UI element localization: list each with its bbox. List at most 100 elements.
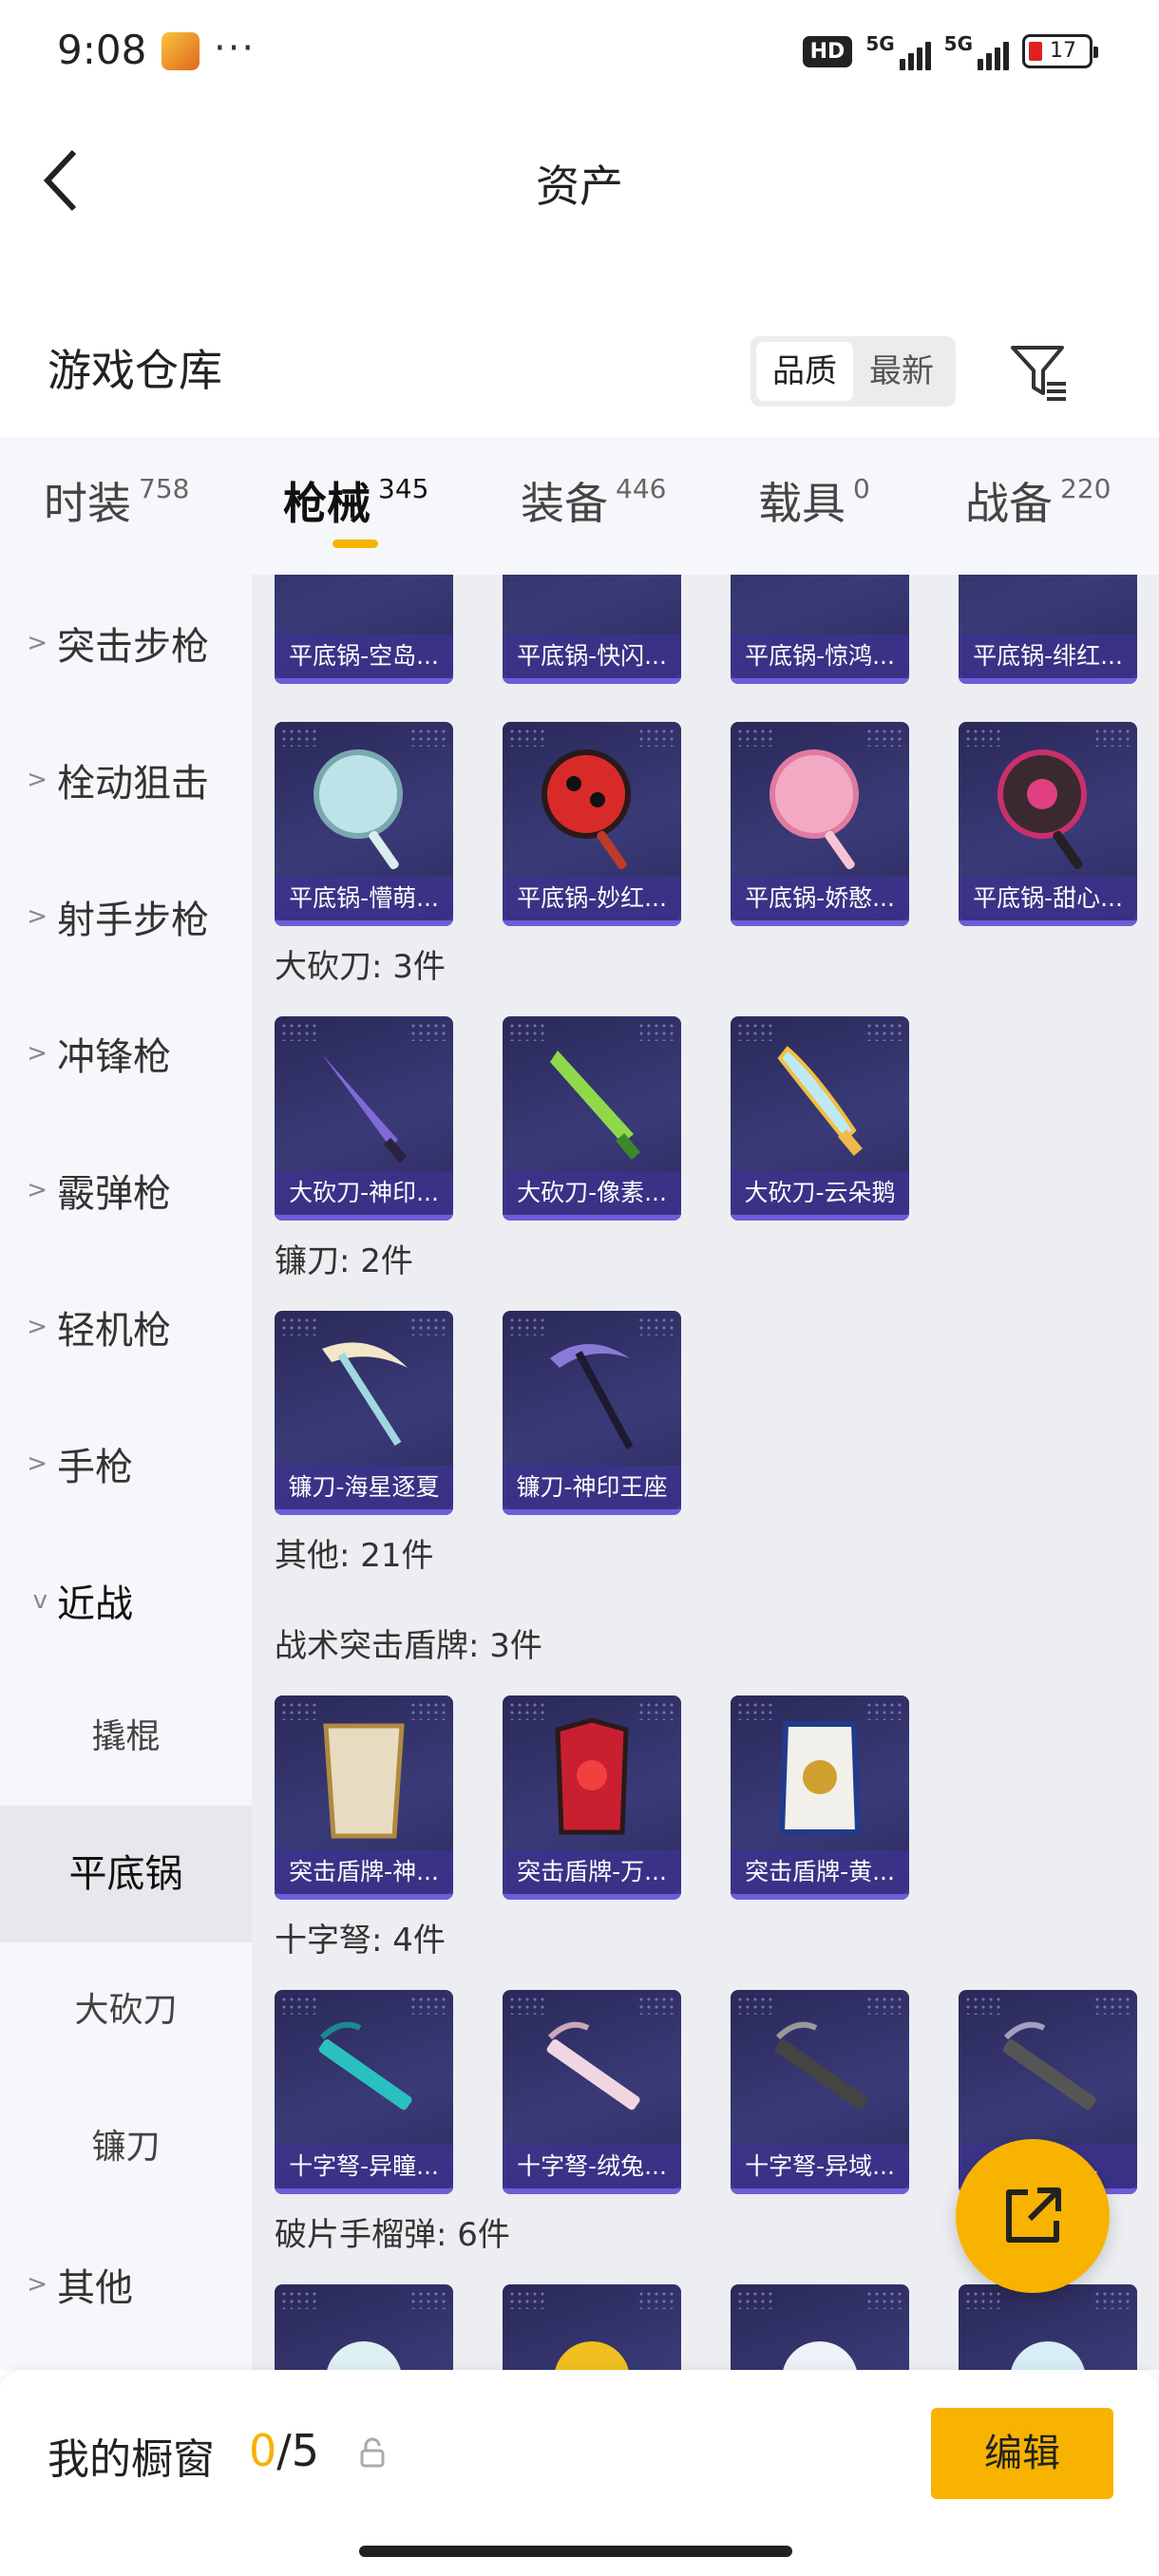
item-tile[interactable]	[275, 2284, 453, 2370]
sidebar-subitem-crowbar[interactable]: 撬棍	[0, 1669, 252, 1806]
crossbow-icon	[318, 2021, 412, 2111]
sidebar-item-dmr[interactable]: > 射手步枪	[0, 848, 252, 985]
shield-icon	[555, 1717, 629, 1835]
item-tile[interactable]: 平底锅-惊鸿...	[731, 575, 909, 684]
group-title: 十字弩: 4件	[275, 1922, 446, 1960]
item-tile[interactable]: 十字弩-绒兔...	[503, 1990, 681, 2194]
pan-icon	[542, 749, 631, 870]
crossbow-icon	[774, 2021, 868, 2111]
item-tile[interactable]: 突击盾牌-神...	[275, 1695, 453, 1900]
warehouse-header: 游戏仓库 品质 最新	[0, 313, 1159, 427]
item-tile[interactable]: 平底锅-空岛...	[275, 575, 453, 684]
sidebar-item-lmg[interactable]: > 轻机枪	[0, 1259, 252, 1395]
page-title: 资产	[536, 161, 623, 212]
item-tile[interactable]	[731, 2284, 909, 2370]
chevron-right-icon: >	[27, 902, 48, 931]
group-title: 战术突击盾牌: 3件	[275, 1627, 542, 1665]
item-tile[interactable]: 平底锅-甜心...	[959, 722, 1137, 926]
group-title: 其他: 21件	[275, 1537, 434, 1575]
group-title: 破片手榴弹: 6件	[275, 2216, 510, 2254]
shield-icon	[778, 1721, 862, 1835]
item-tile[interactable]: 平底锅-懵萌...	[275, 722, 453, 926]
item-tile[interactable]: 大砍刀-神印...	[275, 1016, 453, 1221]
sidebar-item-other[interactable]: > 其他	[0, 2216, 252, 2353]
sidebar-subitem-sickle[interactable]: 镰刀	[0, 2079, 252, 2216]
group-title: 镰刀: 2件	[275, 1242, 413, 1280]
share-button[interactable]	[956, 2139, 1110, 2293]
item-tile[interactable]: 镰刀-海星逐夏	[275, 1311, 453, 1515]
pan-icon	[998, 749, 1087, 870]
status-time: 9:08	[57, 27, 147, 73]
filter-button[interactable]	[1007, 338, 1074, 405]
status-bar: 9:08 ··· HD 5G 5G 17	[0, 0, 1159, 104]
sidebar-item-melee[interactable]: v 近战	[0, 1532, 252, 1669]
sort-quality-button[interactable]: 品质	[756, 342, 853, 401]
app-notification-icon	[162, 32, 200, 70]
page-header: 资产	[0, 104, 1159, 247]
chevron-right-icon: >	[27, 766, 48, 794]
chevron-right-icon: >	[27, 1449, 48, 1478]
signal-icon: 5G	[944, 32, 1009, 70]
more-notifications-icon: ···	[214, 27, 256, 70]
item-tile[interactable]: 镰刀-神印王座	[503, 1311, 681, 1515]
sidebar-subitem-pan[interactable]: 平底锅	[0, 1806, 252, 1942]
chevron-right-icon: >	[27, 1176, 48, 1204]
tab-fashion[interactable]: 时装 758	[44, 469, 189, 532]
active-tab-indicator	[332, 540, 378, 548]
showcase-count: 0/5	[249, 2425, 320, 2476]
group-title: 大砍刀: 3件	[275, 948, 446, 986]
grenade-icon	[1011, 2341, 1085, 2370]
warehouse-title: 游戏仓库	[48, 345, 222, 396]
edit-button[interactable]: 编辑	[931, 2408, 1113, 2499]
sort-toggle: 品质 最新	[750, 336, 956, 407]
signal-icon: 5G	[865, 32, 931, 70]
sidebar-item-smg[interactable]: > 冲锋枪	[0, 985, 252, 1122]
tab-guns[interactable]: 枪械 345	[283, 469, 428, 532]
chevron-right-icon: >	[27, 1039, 48, 1068]
item-tile[interactable]: 十字弩-异瞳...	[275, 1990, 453, 2194]
chevron-right-icon: >	[27, 1313, 48, 1341]
item-tile[interactable]: 突击盾牌-黄...	[731, 1695, 909, 1900]
sidebar-item-bolt-sniper[interactable]: > 栓动狙击	[0, 711, 252, 848]
grenade-icon	[555, 2341, 629, 2370]
machete-icon	[322, 1054, 408, 1164]
tab-equipment[interactable]: 装备 446	[521, 469, 666, 532]
battery-icon: 17	[1022, 34, 1098, 68]
sickle-icon	[322, 1342, 408, 1447]
category-sidebar: > 突击步枪 > 栓动狙击 > 射手步枪 > 冲锋枪 > 霰弹枪 > 轻机枪 > 手枪 v 近战…	[0, 575, 252, 2370]
home-indicator	[359, 2546, 792, 2557]
pan-icon	[770, 749, 859, 870]
pan-icon	[314, 749, 403, 870]
item-tile[interactable]: 突击盾牌-万...	[503, 1695, 681, 1900]
item-tile[interactable]	[959, 2284, 1137, 2370]
crossbow-icon	[546, 2021, 640, 2111]
item-tile[interactable]: 大砍刀-云朵鹅	[731, 1016, 909, 1221]
item-tile[interactable]	[503, 2284, 681, 2370]
sidebar-subitem-machete[interactable]: 大砍刀	[0, 1942, 252, 2079]
sickle-icon	[550, 1344, 634, 1449]
item-tile[interactable]: 大砍刀-像素...	[503, 1016, 681, 1221]
tab-vehicles[interactable]: 载具 0	[758, 469, 870, 532]
category-tabs: 时装 758 枪械 345 装备 446 载具 0 战备 220	[0, 437, 1159, 575]
item-tile[interactable]: 平底锅-娇憨...	[731, 722, 909, 926]
chevron-right-icon: >	[27, 2270, 48, 2299]
showcase-title: 我的橱窗	[48, 2435, 215, 2484]
item-tile[interactable]: 平底锅-绯红...	[959, 575, 1137, 684]
app-root: 9:08 ··· HD 5G 5G 17 资产 游戏仓库 品质 最新 时装 75…	[0, 0, 1159, 2576]
sidebar-item-assault-rifle[interactable]: > 突击步枪	[0, 575, 252, 711]
sidebar-item-pistol[interactable]: > 手枪	[0, 1395, 252, 1532]
lock-icon	[360, 2437, 385, 2468]
item-tile[interactable]: 十字弩-异域...	[731, 1990, 909, 2194]
share-external-icon	[1006, 2188, 1061, 2243]
grenade-icon	[327, 2341, 401, 2370]
shield-icon	[323, 1723, 405, 1839]
chevron-down-icon: v	[32, 1586, 48, 1615]
machete-icon	[777, 1046, 863, 1156]
tab-supplies[interactable]: 战备 220	[965, 469, 1111, 532]
item-grid: 平底锅-空岛... 平底锅-快闪... 平底锅-惊鸿... 平底锅-绯红... …	[252, 575, 1159, 2370]
item-tile[interactable]: 平底锅-妙红...	[503, 722, 681, 926]
sort-newest-button[interactable]: 最新	[853, 342, 950, 401]
item-tile[interactable]: 平底锅-快闪...	[503, 575, 681, 684]
machete-icon	[550, 1051, 640, 1160]
sidebar-item-shotgun[interactable]: > 霰弹枪	[0, 1122, 252, 1259]
